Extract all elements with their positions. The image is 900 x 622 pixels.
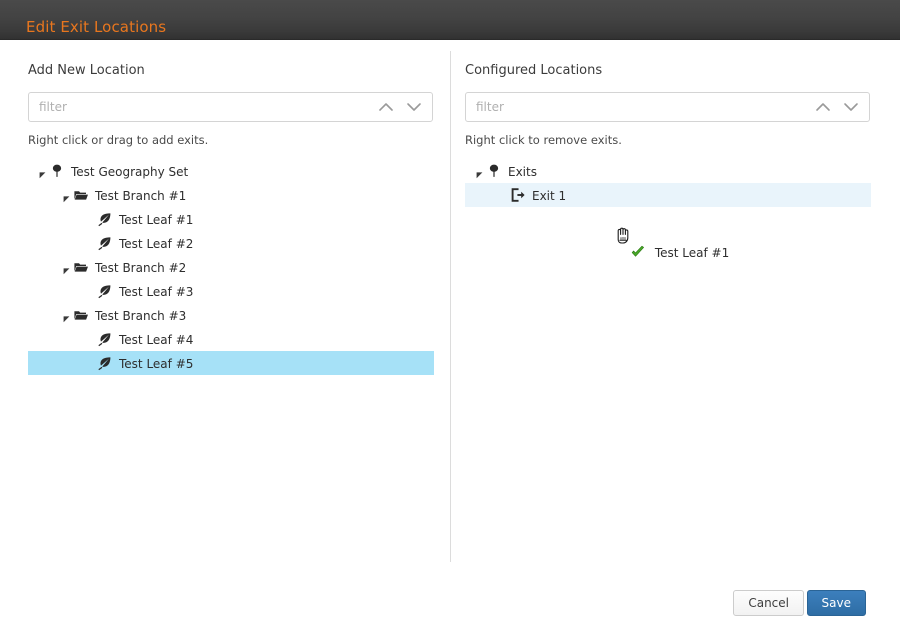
tree-item-label: Test Geography Set <box>65 160 188 184</box>
left-panel-hint: Right click or drag to add exits. <box>28 133 208 147</box>
tree-item-exits[interactable]: Exits <box>465 159 871 183</box>
tree-item-test-branch-2[interactable]: Test Branch #2 <box>28 255 434 279</box>
left-filter-nav <box>376 98 424 116</box>
drag-ghost-label: Test Leaf #1 <box>650 244 729 262</box>
footer-button-group: Cancel Save <box>710 590 870 618</box>
tree-item-test-leaf-3[interactable]: Test Leaf #3 <box>28 279 434 303</box>
tree-twisty-expanded-icon[interactable] <box>38 165 49 176</box>
exits-tree[interactable]: ExitsExit 1 <box>465 159 871 207</box>
tree-item-label: Test Branch #3 <box>89 304 186 328</box>
tree-item-label: Test Leaf #3 <box>113 280 193 304</box>
save-button[interactable]: Save <box>807 590 866 616</box>
tree-item-test-leaf-5[interactable]: Test Leaf #5 <box>28 351 434 375</box>
tree-item-label: Test Branch #2 <box>89 256 186 280</box>
tree-twisty-expanded-icon[interactable] <box>62 261 73 272</box>
chevron-down-icon[interactable] <box>841 98 861 116</box>
dialog-body: Add New Location Right click or drag to … <box>0 41 900 622</box>
leaf-icon <box>97 211 113 227</box>
tree-item-test-branch-1[interactable]: Test Branch #1 <box>28 183 434 207</box>
tree-twisty-expanded-icon[interactable] <box>62 189 73 200</box>
tree-item-label: Test Branch #1 <box>89 184 186 208</box>
folder-icon <box>73 307 89 323</box>
tree-item-test-leaf-1[interactable]: Test Leaf #1 <box>28 207 434 231</box>
tree-item-label: Test Leaf #1 <box>113 208 193 232</box>
tree-item-label: Exits <box>502 160 537 184</box>
right-filter-box[interactable] <box>465 92 870 122</box>
grab-hand-cursor <box>612 224 634 246</box>
chevron-down-icon[interactable] <box>404 98 424 116</box>
chevron-up-icon[interactable] <box>376 98 396 116</box>
left-filter-input[interactable] <box>39 93 359 121</box>
page-title: Edit Exit Locations <box>26 18 166 36</box>
tree-twisty-expanded-icon[interactable] <box>62 309 73 320</box>
panel-divider <box>450 51 451 562</box>
tree-twisty-expanded-icon[interactable] <box>475 165 486 176</box>
green-check-icon <box>630 244 646 260</box>
exit-icon <box>510 187 526 203</box>
tree-item-test-leaf-4[interactable]: Test Leaf #4 <box>28 327 434 351</box>
tree-item-test-leaf-2[interactable]: Test Leaf #2 <box>28 231 434 255</box>
tree-item-test-geography-set[interactable]: Test Geography Set <box>28 159 434 183</box>
tree-item-label: Test Leaf #4 <box>113 328 193 352</box>
window-title-bar: Edit Exit Locations <box>0 0 900 40</box>
tree-item-label: Test Leaf #5 <box>113 352 193 376</box>
add-new-location-title: Add New Location <box>28 63 145 78</box>
tree-icon <box>49 163 65 179</box>
folder-icon <box>73 259 89 275</box>
folder-icon <box>73 187 89 203</box>
leaf-icon <box>97 331 113 347</box>
cancel-button[interactable]: Cancel <box>733 590 804 616</box>
chevron-up-icon[interactable] <box>813 98 833 116</box>
tree-item-test-branch-3[interactable]: Test Branch #3 <box>28 303 434 327</box>
tree-item-label: Test Leaf #2 <box>113 232 193 256</box>
leaf-icon <box>97 355 113 371</box>
right-filter-nav <box>813 98 861 116</box>
leaf-icon <box>97 283 113 299</box>
tree-item-label: Exit 1 <box>526 184 566 208</box>
drag-ghost: Test Leaf #1 <box>630 243 729 261</box>
left-filter-box[interactable] <box>28 92 433 122</box>
right-panel-hint: Right click to remove exits. <box>465 133 622 147</box>
location-tree[interactable]: Test Geography SetTest Branch #1Test Lea… <box>28 159 434 375</box>
tree-icon <box>486 163 502 179</box>
leaf-icon <box>97 235 113 251</box>
right-filter-input[interactable] <box>476 93 796 121</box>
dialog-footer: Cancel Save <box>0 560 900 622</box>
configured-locations-title: Configured Locations <box>465 63 602 78</box>
tree-item-exit-1[interactable]: Exit 1 <box>465 183 871 207</box>
